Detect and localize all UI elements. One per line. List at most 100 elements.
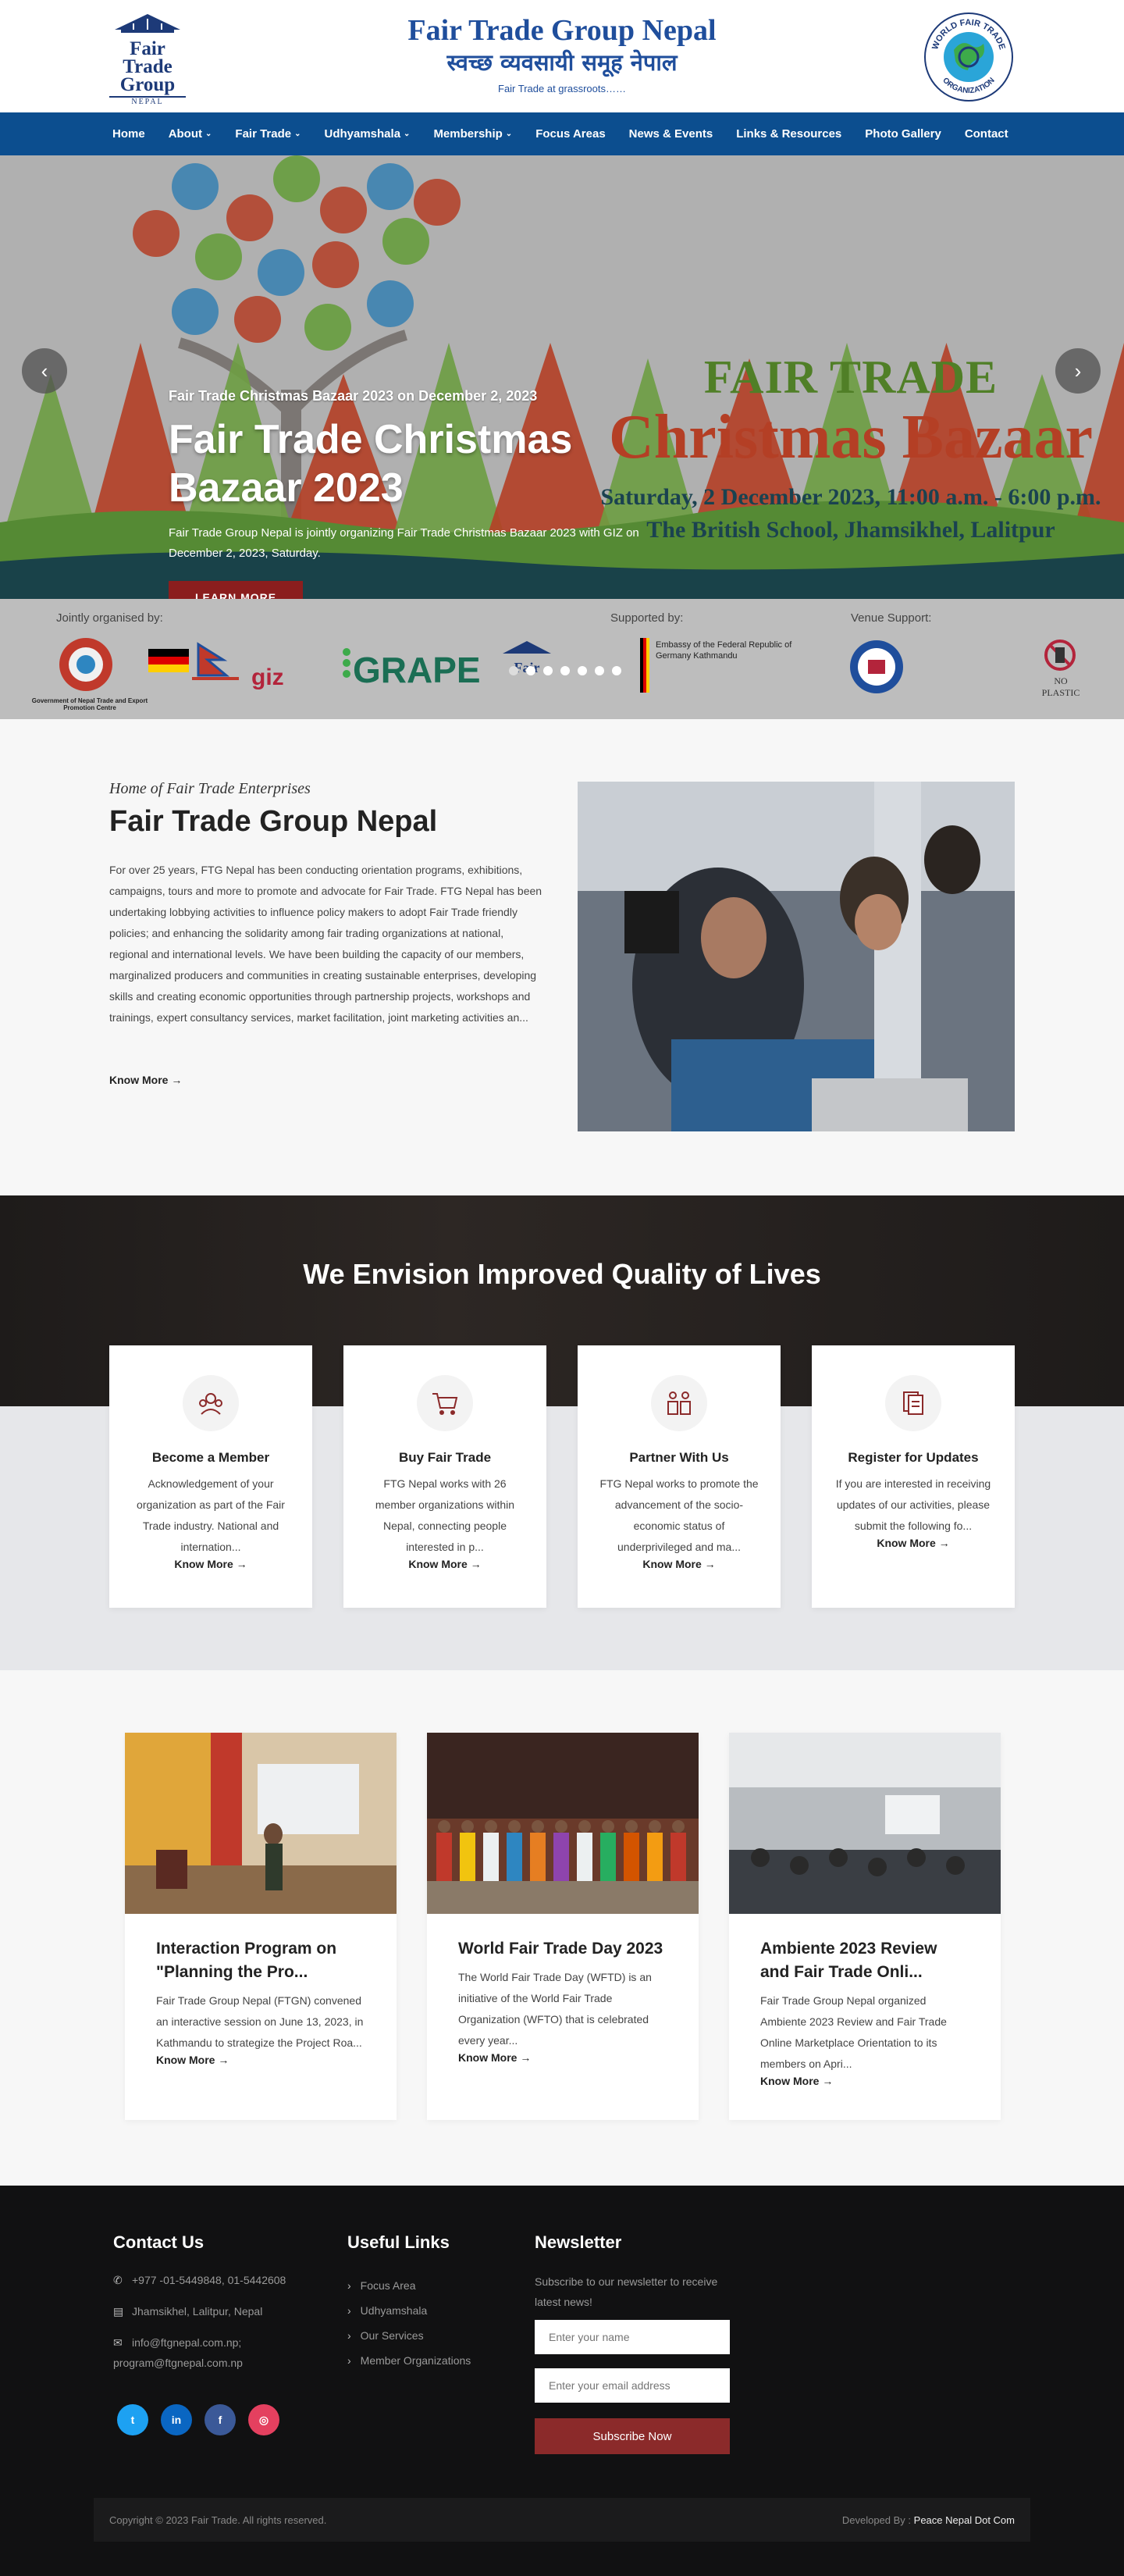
hero-slider: FAIR TRADE Christmas Bazaar Saturday, 2 … (0, 155, 1124, 599)
chevron-down-icon: ⌄ (294, 130, 301, 138)
nav-item[interactable]: Udhyamshala ⌄ (325, 127, 411, 141)
slider-dot[interactable] (612, 666, 621, 675)
envision-section: We Envision Improved Quality of Lives Be… (0, 1195, 1124, 1670)
feature-card-title: Register for Updates (848, 1450, 979, 1465)
news-card-title[interactable]: Ambiente 2023 Review and Fair Trade Onli… (760, 1937, 969, 1984)
nav-item-label: Contact (964, 127, 1008, 141)
intro-kicker: Home of Fair Trade Enterprises (109, 780, 311, 797)
nav-item[interactable]: Home (112, 127, 145, 141)
subscribe-button[interactable]: Subscribe Now (535, 2418, 730, 2454)
contact-address: ▤ Jhamsikhel, Lalitpur, Nepal (113, 2301, 262, 2321)
british-school-logo-icon (850, 640, 903, 693)
flags-icon (148, 642, 239, 680)
email-input[interactable] (535, 2368, 730, 2403)
chevron-down-icon: ⌄ (404, 130, 411, 138)
cart-icon (417, 1375, 473, 1431)
news-card-text: Fair Trade Group Nepal organized Ambient… (760, 1994, 947, 2070)
map-icon: ▤ (113, 2305, 124, 2318)
nav-item-label: Udhyamshala (324, 127, 401, 141)
news-card: Interaction Program on "Planning the Pro… (125, 1733, 397, 2120)
main-nav: Home About ⌄ Fair Trade ⌄ Udhyamshala ⌄ Members… (0, 112, 1124, 155)
slider-next-button[interactable]: › (1055, 348, 1101, 394)
nav-item[interactable]: News & Events (629, 127, 713, 141)
nav-item-label: About (168, 127, 203, 141)
nav-item[interactable]: Photo Gallery (865, 127, 941, 141)
chevron-down-icon: ⌄ (505, 130, 513, 138)
chevron-down-icon: ⌄ (205, 130, 212, 138)
footer-link[interactable]: Udhyamshala (347, 2298, 471, 2323)
feature-card: Become a Member Acknowledgement of your o… (109, 1345, 312, 1608)
hero-caption: Fair Trade Christmas Bazaar 2023 on Dece… (169, 388, 699, 599)
intro-know-more-link[interactable]: Know More → (109, 1074, 182, 1086)
news-card-image[interactable] (729, 1733, 1001, 1914)
feature-card-link[interactable]: Know More → (642, 1558, 715, 1570)
nav-item[interactable]: Membership ⌄ (433, 127, 512, 141)
news-card: Ambiente 2023 Review and Fair Trade Onli… (729, 1733, 1001, 2120)
feature-card-link[interactable]: Know More → (174, 1558, 247, 1570)
nav-item[interactable]: About ⌄ (169, 127, 212, 141)
nav-item[interactable]: Fair Trade ⌄ (235, 127, 301, 141)
sponsor-strip: Jointly organised by: Supported by: Venu… (0, 599, 1124, 719)
learn-more-button[interactable]: LEARN MORE (169, 581, 304, 599)
instagram-icon[interactable]: ◎ (248, 2404, 279, 2435)
news-card-link[interactable]: Know More → (156, 2054, 229, 2066)
news-card-link[interactable]: Know More → (458, 2051, 531, 2064)
nav-item[interactable]: Contact (965, 127, 1008, 141)
slider-dot[interactable] (578, 666, 587, 675)
nav-item[interactable]: Focus Areas (535, 127, 605, 141)
feature-card-text: FTG Nepal works to promote the advanceme… (599, 1477, 759, 1553)
feature-card-link[interactable]: Know More → (408, 1558, 481, 1570)
email-icon: ✉ (113, 2336, 123, 2349)
copyright-text: Copyright © 2023 Fair Trade. All rights … (109, 2514, 327, 2526)
nav-item-label: Fair Trade (235, 127, 292, 141)
slider-dot[interactable] (526, 666, 535, 675)
news-card-title[interactable]: Interaction Program on "Planning the Pro… (156, 1937, 365, 1984)
wfto-logo[interactable]: WORLD FAIR TRADE ORGANIZATION (923, 11, 1015, 103)
name-input[interactable] (535, 2320, 730, 2354)
footer-bottom-bar: Copyright © 2023 Fair Trade. All rights … (94, 2498, 1030, 2542)
footer-link[interactable]: Member Organizations (347, 2348, 471, 2373)
slider-prev-button[interactable]: ‹ (22, 348, 67, 394)
grape-logo: GRAPE (353, 650, 481, 690)
contact-heading: Contact Us (113, 2232, 205, 2252)
news-card-link[interactable]: Know More → (760, 2075, 833, 2087)
site-header: Fair Trade Group NEPAL Fair Trade Group … (0, 0, 1124, 112)
news-card-image[interactable] (427, 1733, 699, 1914)
jointly-label: Jointly organised by: (56, 611, 163, 625)
wfto-globe-icon: WORLD FAIR TRADE ORGANIZATION (924, 12, 1013, 102)
nav-item[interactable]: Links & Resources (736, 127, 841, 141)
hero-title: Fair Trade Christmas Bazaar 2023 (169, 417, 573, 511)
logo-country: NEPAL (109, 96, 186, 106)
slider-dot[interactable] (509, 666, 518, 675)
footer-link[interactable]: Focus Area (347, 2273, 471, 2298)
partners-icon (651, 1375, 707, 1431)
linkedin-icon[interactable]: in (161, 2404, 192, 2435)
feature-card-text: If you are interested in receiving updat… (835, 1477, 991, 1532)
news-card-image[interactable] (125, 1733, 397, 1914)
feature-card: Register for Updates If you are intereste… (812, 1345, 1015, 1608)
twitter-icon[interactable]: t (117, 2404, 148, 2435)
nav-item-label: Photo Gallery (865, 127, 941, 141)
feature-card-text: FTG Nepal works with 26 member organizat… (375, 1477, 515, 1553)
developer-credit: Developed By : Peace Nepal Dot Com (842, 2514, 1015, 2526)
newsletter-heading: Newsletter (535, 2232, 622, 2252)
feature-card: Buy Fair Trade FTG Nepal works with 26 me… (343, 1345, 546, 1608)
news-card-title[interactable]: World Fair Trade Day 2023 (458, 1937, 667, 1961)
contact-phone: ✆ +977 -01-5449848, 01-5442608 (113, 2270, 286, 2290)
chevron-left-icon: ‹ (41, 358, 48, 383)
contact-email[interactable]: ✉ info@ftgnepal.com.np; program@ftgnepal.… (113, 2332, 269, 2373)
developer-link[interactable]: Peace Nepal Dot Com (914, 2514, 1015, 2526)
slider-dot[interactable] (543, 666, 553, 675)
news-card-text: The World Fair Trade Day (WFTD) is an in… (458, 1971, 652, 2047)
feature-card-link[interactable]: Know More → (877, 1537, 949, 1549)
documents-icon (885, 1375, 941, 1431)
facebook-icon[interactable]: f (205, 2404, 236, 2435)
slider-dot[interactable] (560, 666, 570, 675)
hero-text: Fair Trade Group Nepal is jointly organi… (169, 526, 639, 560)
slider-dot[interactable] (595, 666, 604, 675)
members-icon (183, 1375, 239, 1431)
footer-link[interactable]: Our Services (347, 2323, 471, 2348)
phone-icon: ✆ (113, 2274, 123, 2286)
venue-label: Venue Support: (851, 611, 932, 625)
social-links: t in f ◎ (117, 2404, 279, 2435)
